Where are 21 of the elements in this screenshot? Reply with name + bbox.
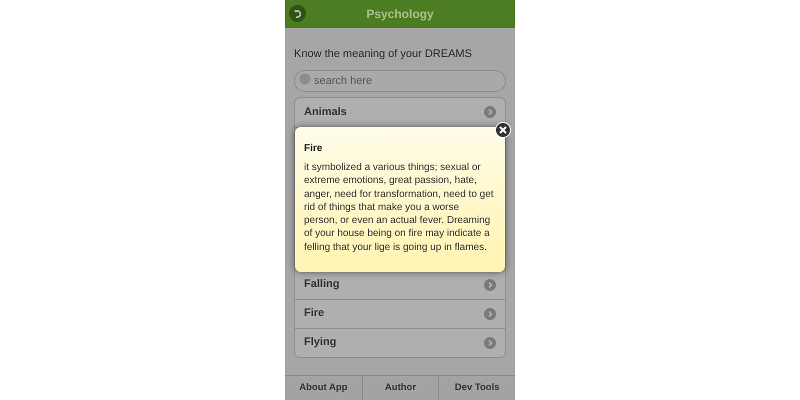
chevron-icon bbox=[484, 278, 496, 290]
list-item[interactable]: Flying bbox=[295, 328, 505, 356]
search-icon bbox=[299, 72, 311, 84]
popup-title: Fire bbox=[304, 142, 324, 156]
back-icon bbox=[292, 8, 302, 18]
footer-tab[interactable]: Dev Tools bbox=[438, 376, 515, 400]
chevron-icon bbox=[484, 308, 496, 320]
list-item[interactable]: Animals bbox=[295, 98, 505, 126]
search-field[interactable]: search here bbox=[294, 70, 506, 92]
back-button[interactable] bbox=[289, 5, 306, 22]
intro-text: Know the meaning of your DREAMS bbox=[294, 47, 473, 62]
app-title: Psychology bbox=[366, 6, 434, 23]
list-item[interactable]: Fire bbox=[295, 298, 505, 328]
popup-text: it symbolized a various things; sexual or extreme emotions, great passion, hate, anger, need for transformation, need to get rid of things that make you a worse person, or even an actual fever. Dreaming of your house being on fire may indicate a felling that your lige is going up in flames. bbox=[304, 161, 495, 254]
chevron-icon bbox=[484, 336, 496, 348]
chevron-icon bbox=[484, 106, 496, 118]
close-button[interactable] bbox=[495, 122, 511, 138]
close-icon bbox=[499, 126, 507, 134]
list-item[interactable]: Falling bbox=[295, 270, 505, 298]
footer-tab[interactable]: About App bbox=[285, 376, 362, 400]
footer-tab[interactable]: Author bbox=[362, 376, 438, 400]
